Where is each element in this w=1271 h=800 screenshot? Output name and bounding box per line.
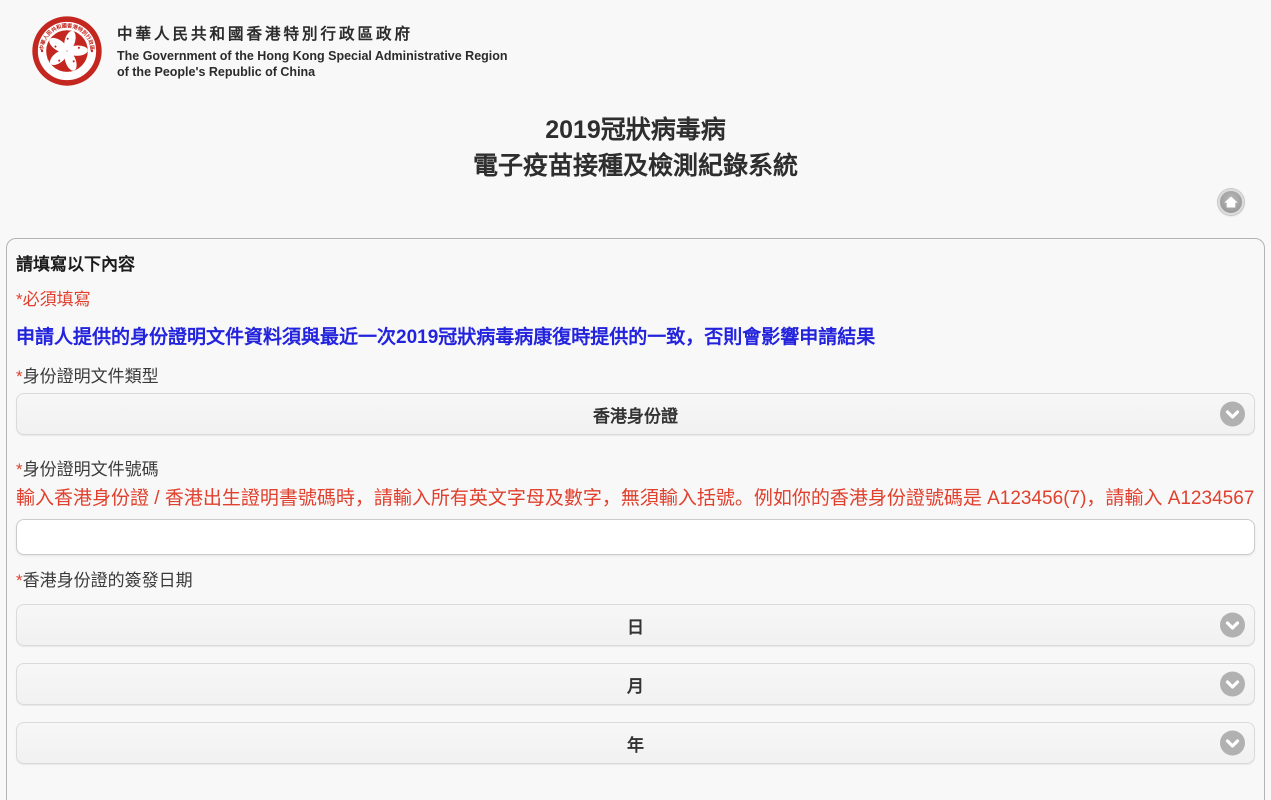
dept-text: 中華人民共和國香港特別行政區政府 The Government of the H… <box>117 14 508 80</box>
chevron-down-icon <box>1220 613 1245 638</box>
form-heading: 請填寫以下內容 <box>16 254 1255 276</box>
dept-name-zh: 中華人民共和國香港特別行政區政府 <box>117 22 508 44</box>
issue-date-month-select[interactable]: 月 <box>16 663 1255 705</box>
doc-number-input[interactable] <box>16 519 1255 555</box>
issue-date-day-select[interactable]: 日 <box>16 604 1255 646</box>
dept-name-en-line2: of the People's Republic of China <box>117 65 508 81</box>
doc-type-selected-value: 香港身份證 <box>593 402 678 427</box>
home-button[interactable] <box>1218 189 1244 215</box>
dept-name-en: The Government of the Hong Kong Special … <box>117 49 508 80</box>
chevron-down-icon <box>1220 672 1245 697</box>
issue-date-day-value: 日 <box>627 613 644 638</box>
required-asterisk: * <box>16 460 23 479</box>
required-note: *必須填寫 <box>16 289 1255 311</box>
chevron-down-icon <box>1220 402 1245 427</box>
page-title: 2019冠狀病毒病 電子疫苗接種及檢測紀錄系統 <box>0 112 1271 184</box>
issue-date-year-value: 年 <box>627 731 644 756</box>
doc-type-label: *身份證明文件類型 <box>16 366 1255 388</box>
issue-date-year-select[interactable]: 年 <box>16 722 1255 764</box>
doc-number-hint: 輸入香港身份證 / 香港出生證明書號碼時，請輸入所有英文字母及數字，無須輸入括號… <box>16 484 1255 513</box>
issue-date-month-value: 月 <box>627 672 644 697</box>
identity-match-notice: 申請人提供的身份證明文件資料須與最近一次2019冠狀病毒病康復時提供的一致，否則… <box>16 325 1255 350</box>
home-icon <box>1223 194 1239 210</box>
doc-type-select[interactable]: 香港身份證 <box>16 393 1255 435</box>
doc-number-label: *身份證明文件號碼 <box>16 459 1255 481</box>
form-panel: 請填寫以下內容 *必須填寫 申請人提供的身份證明文件資料須與最近一次2019冠狀… <box>6 238 1265 800</box>
doc-type-label-text: 身份證明文件類型 <box>23 367 159 386</box>
hksar-emblem-icon: 中華人民共和國香港特別行政區 HONG KONG <box>30 14 104 88</box>
issue-date-label-text: 香港身份證的簽發日期 <box>23 571 193 590</box>
required-asterisk: * <box>16 367 23 386</box>
required-asterisk: * <box>16 571 23 590</box>
chevron-down-icon <box>1220 731 1245 756</box>
dept-name-en-line1: The Government of the Hong Kong Special … <box>117 49 508 65</box>
doc-number-label-text: 身份證明文件號碼 <box>23 460 159 479</box>
page-title-line2: 電子疫苗接種及檢測紀錄系統 <box>0 148 1271 184</box>
gov-header: 中華人民共和國香港特別行政區 HONG KONG 中華人民共和國香港特別行政區政… <box>0 0 1271 88</box>
page-title-line1: 2019冠狀病毒病 <box>0 112 1271 148</box>
issue-date-label: *香港身份證的簽發日期 <box>16 570 1255 592</box>
